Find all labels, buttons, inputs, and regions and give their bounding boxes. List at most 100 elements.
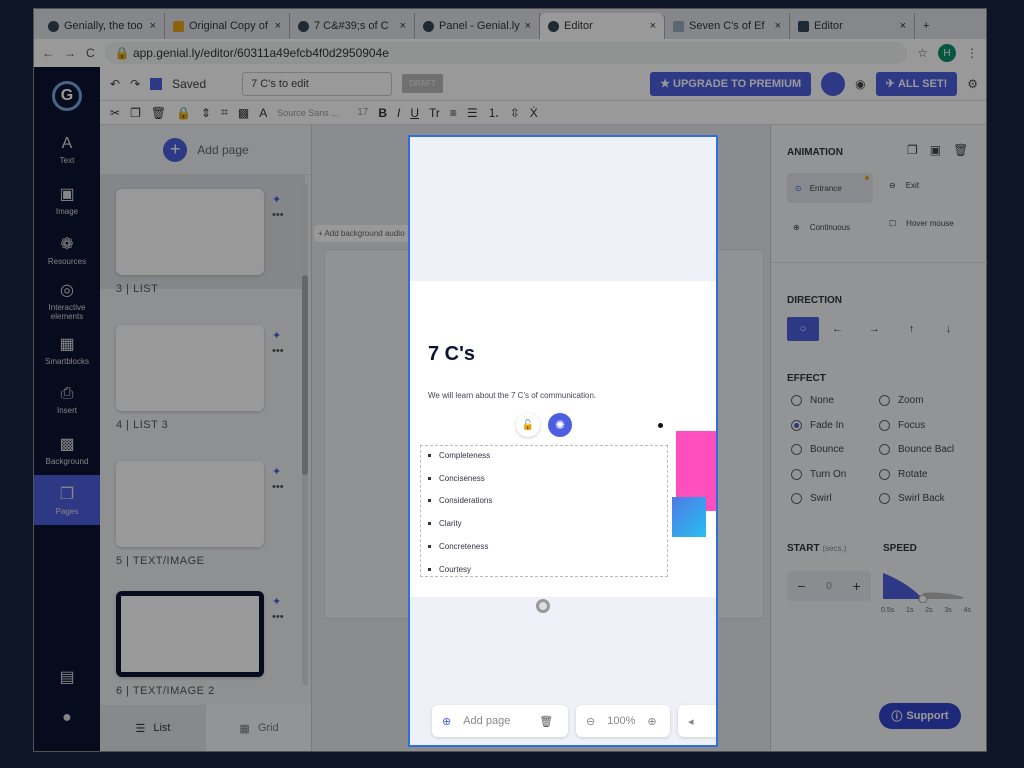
all-set-button[interactable]: ✈ ALL SET!	[875, 71, 958, 96]
effect-radio[interactable]: Focus	[879, 419, 925, 431]
transparency-icon[interactable]: ▩	[238, 106, 249, 120]
sidebar-item-text[interactable]: A Text	[34, 125, 100, 175]
page-thumbnail[interactable]	[116, 189, 264, 275]
copy-icon[interactable]: ❐	[130, 106, 141, 120]
cut-icon[interactable]: ✂	[110, 106, 120, 120]
page-more-icon[interactable]: •••	[272, 209, 284, 221]
effect-radio[interactable]: Bounce	[791, 444, 844, 455]
redo-icon[interactable]: ↷	[130, 77, 140, 91]
effect-radio[interactable]: Fade In	[791, 419, 844, 431]
upgrade-button[interactable]: ★ UPGRADE TO PREMIUM	[650, 71, 812, 96]
help-icon[interactable]: ●	[34, 693, 100, 743]
support-button[interactable]: ⓘ Support	[879, 703, 961, 729]
unlock-icon[interactable]: 🔓	[516, 413, 540, 437]
page-more-icon[interactable]: •••	[272, 345, 284, 357]
url-input[interactable]: 🔒 app.genial.ly/editor/60311a49efcb4f0d2…	[104, 42, 908, 64]
delete-icon[interactable]: 🗑	[151, 106, 166, 120]
sidebar-item-pages[interactable]: ❐ Pages	[34, 475, 100, 525]
exit-tab[interactable]: ⊖ Exit	[889, 181, 919, 190]
prev-page-icon[interactable]: ◂	[688, 715, 694, 728]
share-users-icon[interactable]	[821, 71, 846, 96]
italic-icon[interactable]: I	[397, 106, 400, 120]
page-more-icon[interactable]: •••	[272, 611, 284, 623]
font-size-select[interactable]: 17	[357, 107, 368, 118]
list-view-button[interactable]: ☰ List	[100, 705, 206, 751]
sidebar-item-resources[interactable]: ❁ Resources	[34, 225, 100, 275]
star-icon[interactable]: ☆	[917, 46, 928, 60]
effect-radio[interactable]: Turn On	[791, 468, 846, 480]
clear-format-icon[interactable]: Ẋ	[530, 106, 538, 120]
hover-mouse-tab[interactable]: ☐ Hover mouse	[889, 219, 959, 228]
numbered-list-icon[interactable]: ⒈	[488, 104, 500, 121]
page-animation-icon[interactable]: ✦	[272, 193, 281, 206]
plus-icon[interactable]: ⊕	[442, 715, 451, 728]
trash-icon[interactable]: 🗑	[953, 143, 968, 157]
page-thumbnail[interactable]	[116, 591, 264, 677]
preview-eye-icon[interactable]: ◉	[855, 77, 865, 91]
arrow-right-icon[interactable]: →	[856, 317, 893, 341]
slide-subtitle[interactable]: We will learn about the 7 C's of communi…	[428, 391, 596, 400]
page-animation-icon[interactable]: ✦	[272, 329, 281, 342]
page-thumbnail[interactable]	[116, 461, 264, 547]
page-more-icon[interactable]: •••	[272, 481, 284, 493]
tab[interactable]: Seven C's of Ef ×	[665, 13, 790, 39]
list-item[interactable]: Courtesy	[428, 565, 471, 574]
interactivity-icon[interactable]: ✺	[548, 413, 572, 437]
sidebar-item-background[interactable]: ▩ Background	[34, 425, 100, 475]
lock-icon[interactable]: 🔒	[176, 106, 191, 120]
genially-logo[interactable]: G	[34, 67, 100, 125]
page-thumbnail[interactable]	[116, 325, 264, 411]
new-tab-button[interactable]: +	[915, 13, 945, 39]
page-animation-icon[interactable]: ✦	[272, 595, 281, 608]
color-icon[interactable]: A	[259, 106, 267, 120]
underline-icon[interactable]: U	[410, 106, 419, 120]
list-item[interactable]: Considerations	[428, 496, 492, 505]
forward-icon[interactable]: →	[64, 46, 76, 60]
effect-radio[interactable]: Zoom	[879, 395, 924, 406]
align-icon[interactable]: ⇕	[201, 106, 211, 120]
speed-slider[interactable]	[883, 571, 967, 603]
crop-icon[interactable]: ⌗	[221, 105, 228, 120]
arrow-down-icon[interactable]: ↓	[930, 317, 967, 341]
bold-icon[interactable]: B	[378, 106, 387, 120]
effect-radio[interactable]: Swirl Back	[879, 493, 945, 504]
effect-radio[interactable]: None	[791, 395, 834, 406]
rotate-handle[interactable]	[658, 423, 663, 428]
align-text-icon[interactable]: ≡	[450, 106, 457, 120]
profile-avatar[interactable]: H	[938, 44, 956, 62]
save-icon[interactable]: ▣	[930, 143, 941, 157]
tab[interactable]: 7 C&#39;s of C ×	[290, 13, 415, 39]
tab[interactable]: Editor ×	[790, 13, 915, 39]
continuous-tab[interactable]: ⊕ Continuous	[793, 223, 850, 232]
sidebar-item-image[interactable]: ▣ Image	[34, 175, 100, 225]
sidebar-item-interactive-elements[interactable]: ◎ Interactive elements	[34, 275, 100, 325]
plus-button[interactable]: +	[852, 578, 860, 594]
list-item[interactable]: Concreteness	[428, 542, 488, 551]
menu-icon[interactable]: ⋮	[966, 46, 978, 60]
line-height-icon[interactable]: ⇳	[510, 106, 520, 120]
undo-icon[interactable]: ↶	[110, 77, 120, 91]
settings-gear-icon[interactable]: ⚙	[967, 77, 986, 91]
back-icon[interactable]: ←	[42, 46, 54, 60]
list-item[interactable]: Completeness	[428, 451, 490, 460]
effect-radio[interactable]: Bounce Bacl	[879, 444, 954, 455]
zoom-in-icon[interactable]: ⊕	[647, 715, 656, 728]
effect-radio[interactable]: Swirl	[791, 493, 832, 504]
list-icon[interactable]: ☰	[467, 106, 478, 120]
sidebar-item-insert[interactable]: ⎙ Insert	[34, 375, 100, 425]
title-input[interactable]: 7 C's to edit	[242, 71, 393, 96]
list-text-box[interactable]	[420, 445, 668, 577]
tab-active[interactable]: Editor ×	[540, 13, 665, 39]
grid-view-button[interactable]: ▦ Grid	[206, 705, 311, 751]
arrow-up-icon[interactable]: ↑	[893, 317, 930, 341]
effect-radio[interactable]: Rotate	[879, 468, 927, 480]
zoom-out-icon[interactable]: ⊖	[586, 715, 595, 728]
direction-center-button[interactable]: ○	[787, 317, 819, 341]
tab[interactable]: Original Copy of ×	[165, 13, 290, 39]
move-handle[interactable]	[536, 599, 550, 613]
tab[interactable]: Panel - Genial.ly ×	[415, 13, 540, 39]
add-page-button[interactable]: Add page	[463, 715, 527, 727]
slide-title[interactable]: 7 C's	[428, 343, 475, 366]
add-background-audio-button[interactable]: + Add background audio	[314, 225, 409, 242]
list-item[interactable]: Conciseness	[428, 474, 485, 483]
